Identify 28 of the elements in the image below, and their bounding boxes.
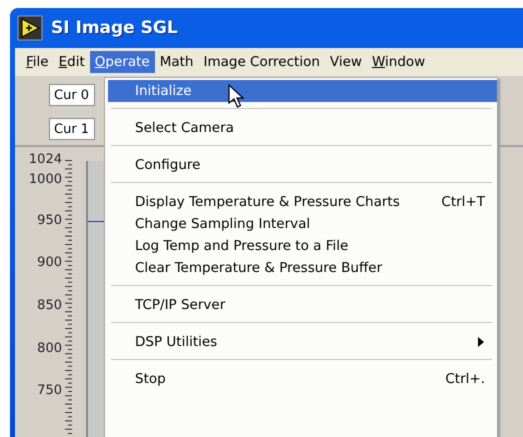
menu-option[interactable]: Initialize — [108, 80, 497, 102]
menu-item[interactable]: File — [21, 51, 54, 73]
menu-option[interactable]: Log Temp and Pressure to a File — [108, 235, 497, 257]
cursor-field[interactable]: Cur 0 — [49, 84, 95, 106]
menu-option[interactable]: Configure — [108, 154, 497, 176]
cursor-field[interactable]: Cur 1 — [49, 118, 95, 140]
menu-option[interactable]: Stop Ctrl+. — [108, 368, 497, 390]
scale-label: 800 — [36, 342, 62, 356]
menu-option[interactable]: Clear Temperature & Pressure Buffer — [108, 257, 497, 279]
menu-option[interactable]: Change Sampling Interval — [108, 213, 497, 235]
menu-item[interactable]: Operate — [90, 51, 155, 73]
scale-label: 750 — [36, 384, 62, 398]
scale-label: 1024 — [28, 153, 62, 167]
menu-item[interactable]: Edit — [54, 51, 90, 73]
scale-label: 1000 — [28, 173, 62, 187]
scale-label: 900 — [36, 256, 62, 270]
menu-option[interactable]: TCP/IP Server — [108, 294, 497, 316]
menu-option[interactable]: Display Temperature & Pressure Charts Ctrl+T — [108, 191, 497, 213]
menu-item[interactable]: Image Correction — [198, 51, 325, 73]
scale-label: 950 — [36, 214, 62, 228]
menu-option[interactable]: DSP Utilities — [108, 331, 497, 353]
app-icon — [17, 15, 43, 41]
menu-item[interactable]: View — [324, 51, 367, 73]
menu-item[interactable]: Window — [366, 51, 430, 73]
window-title: SI Image SGL — [51, 18, 178, 38]
menu-item[interactable]: Math — [154, 51, 198, 73]
scale-label: 850 — [36, 299, 62, 313]
menu-option[interactable]: Select Camera — [108, 117, 497, 139]
